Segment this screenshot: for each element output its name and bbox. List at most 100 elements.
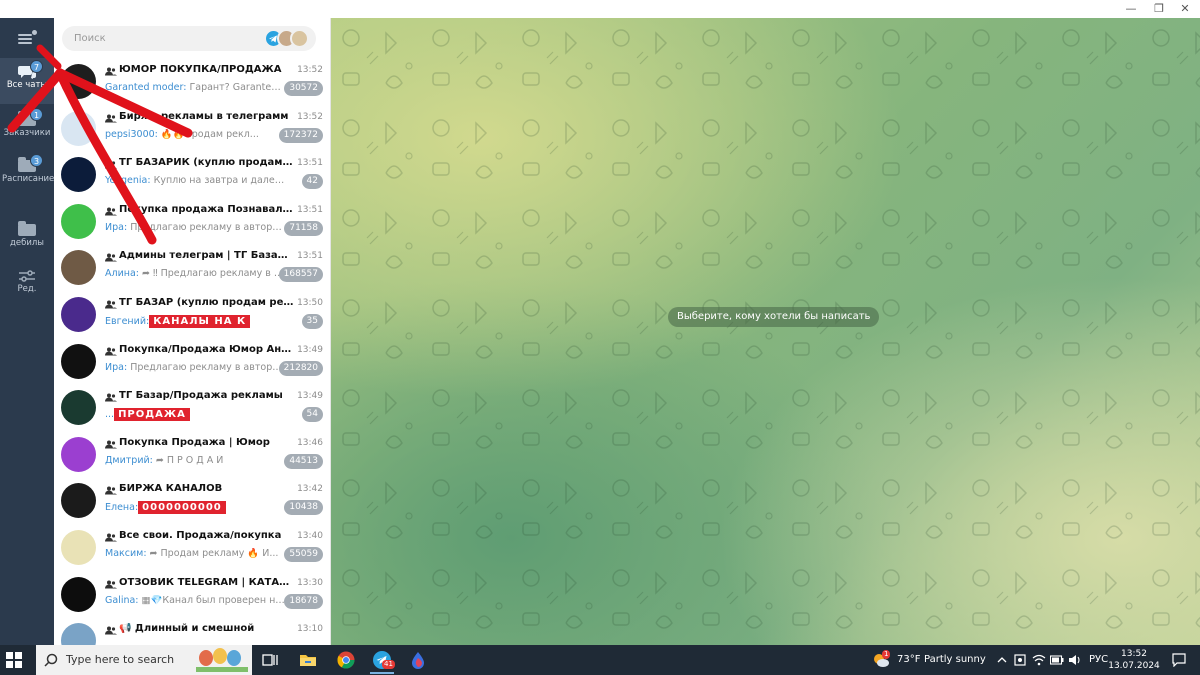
- folder-customers[interactable]: 1 Заказчики: [0, 106, 54, 152]
- folder-label: Расписание: [2, 174, 54, 184]
- chat-list-item[interactable]: ТГ Базар/Продажа рекламы 13:49... ПРОДАЖА 5…: [54, 385, 330, 431]
- chat-list-item[interactable]: Все свои. Продажа/покупка 13:40 Максим: ➦ …: [54, 525, 330, 571]
- folder-label: Все чаты: [6, 80, 48, 90]
- chat-last-message: Ира: Предлагаю рекламу в авторско...: [105, 362, 285, 373]
- account-avatar[interactable]: [290, 29, 309, 48]
- message-text: Предлагаю рекламу в авторско...: [127, 221, 285, 233]
- message-sender: Алина:: [105, 268, 139, 280]
- chat-name: ЮМОР ПОКУПКА/ПРОДАЖА: [119, 64, 282, 75]
- chat-list-item[interactable]: ЮМОР ПОКУПКА/ПРОДАЖА 13:52 Garanted moder:…: [54, 59, 330, 105]
- chat-list-item[interactable]: ТГ БАЗАР (куплю продам рекламу, ...13:50…: [54, 292, 330, 338]
- chat-last-message: Ира: Предлагаю рекламу в авторско...: [105, 222, 285, 233]
- folder-schedule[interactable]: 3 Расписание: [0, 152, 54, 198]
- folder-label: дебилы: [9, 238, 45, 248]
- search-input[interactable]: [74, 26, 264, 51]
- app-drop-icon[interactable]: [408, 650, 428, 670]
- balloons-icon: [196, 648, 248, 672]
- main-menu-button[interactable]: [14, 28, 40, 50]
- chat-avatar: [61, 623, 96, 645]
- telegram-taskbar-icon[interactable]: 41: [372, 650, 395, 670]
- menu-notification-dot: [32, 30, 37, 35]
- notifications-icon[interactable]: [1172, 645, 1186, 675]
- taskbar-search[interactable]: Type here to search: [36, 645, 252, 675]
- message-sender: ...: [105, 409, 115, 421]
- group-icon: [105, 300, 117, 309]
- chat-name: ТГ БАЗАР (куплю продам рекламу, ...: [119, 297, 294, 308]
- chat-last-message: ... ПРОДАЖА: [105, 408, 285, 422]
- chat-avatar: [61, 436, 96, 472]
- message-text: 🔥🔥Продам рекл...: [157, 128, 259, 140]
- weather-description: Partly sunny: [924, 654, 986, 665]
- file-explorer-icon[interactable]: [298, 650, 318, 670]
- weather-temperature: 73°F: [897, 654, 921, 665]
- unread-count-badge: 44513: [284, 453, 323, 469]
- system-clock[interactable]: 13:52 13.07.2024: [1106, 648, 1162, 672]
- chat-list-item[interactable]: Биржа рекламы в телеграмм 13:52 pepsi3000:…: [54, 106, 330, 152]
- chat-last-message: Дмитрий: ➦ П Р О Д А Й: [105, 455, 285, 466]
- chat-name: Покупка продажа Познавалка: [119, 203, 294, 215]
- battery-icon[interactable]: [1049, 645, 1064, 675]
- chat-avatar: [61, 390, 96, 426]
- chat-name: ТГ БАЗАРИК (куплю продам рекла...: [119, 157, 294, 169]
- unread-count-badge: 172372: [278, 127, 323, 143]
- chat-list-item[interactable]: ОТЗОВИК TELEGRAM | КАТАЛОГ | К...13:30 Ga…: [54, 572, 330, 618]
- chat-avatar: [61, 250, 96, 286]
- chat-time: 13:10: [297, 624, 323, 635]
- chrome-icon[interactable]: [336, 650, 356, 670]
- wallpaper-pattern: [331, 18, 1200, 645]
- chat-time: 13:51: [297, 204, 323, 215]
- chat-last-message: pepsi3000: 🔥🔥Продам рекл...: [105, 129, 285, 140]
- group-icon: [105, 440, 117, 449]
- chat-time: 13:46: [297, 437, 323, 448]
- folder-label: Заказчики: [3, 128, 51, 138]
- chat-time: 13:49: [297, 391, 323, 402]
- chat-list-item[interactable]: Покупка Продажа | Юмор 13:46 Дмитрий: ➦ П …: [54, 432, 330, 478]
- taskbar-search-placeholder: Type here to search: [66, 653, 175, 666]
- network-icon[interactable]: [1032, 645, 1046, 675]
- chat-time: 13:52: [297, 65, 323, 75]
- select-chat-hint: Выберите, кому хотели бы написать: [668, 307, 880, 327]
- chat-list-item[interactable]: Покупка продажа Познавалка 13:51 Ира: Пред…: [54, 199, 330, 245]
- message-banner-image: ПРОДАЖА: [114, 408, 190, 422]
- account-avatars[interactable]: [264, 29, 310, 48]
- chat-list-item[interactable]: БИРЖА КАНАЛОВ 13:42 Елена: 0000000000 10438: [54, 478, 330, 524]
- chat-list-item[interactable]: ТГ БАЗАРИК (куплю продам рекла...13:51 Ye…: [54, 152, 330, 198]
- chat-list-item[interactable]: Покупка/Продажа Юмор Анекдоты13:49 Ира: П…: [54, 339, 330, 385]
- chat-list-item[interactable]: 📢 Длинный и смешной 13:10: [54, 618, 330, 645]
- show-hidden-icons-chevron[interactable]: [997, 645, 1007, 675]
- volume-icon[interactable]: [1068, 645, 1082, 675]
- group-icon: [105, 626, 117, 635]
- message-text: Предлагаю рекламу в авторско...: [127, 361, 285, 373]
- task-view-icon[interactable]: [260, 650, 280, 670]
- close-button[interactable]: ✕: [1168, 0, 1200, 18]
- meet-now-icon[interactable]: [1014, 645, 1026, 675]
- clock-time: 13:52: [1121, 649, 1147, 659]
- folder-edit[interactable]: Ред.: [0, 262, 54, 308]
- group-icon: [105, 580, 117, 589]
- message-text: ➦ П Р О Д А Й: [152, 454, 224, 466]
- chat-time: 13:49: [297, 344, 323, 355]
- message-sender: Ира:: [105, 361, 128, 373]
- chat-list-panel: ЮМОР ПОКУПКА/ПРОДАЖА 13:52 Garanted moder:…: [54, 18, 331, 645]
- chat-avatar: [61, 203, 96, 239]
- menu-icon-line: [18, 42, 32, 44]
- telegram-unread-badge: 41: [382, 660, 395, 669]
- windows-start-icon[interactable]: [6, 652, 22, 668]
- group-icon: [105, 114, 117, 123]
- search-box[interactable]: [62, 26, 316, 51]
- chat-name: ОТЗОВИК TELEGRAM | КАТАЛОГ | К...: [119, 576, 294, 588]
- folder-unread-badge: 3: [30, 154, 44, 167]
- unread-count-badge: 55059: [284, 547, 323, 562]
- chat-name: Покупка Продажа | Юмор: [119, 436, 270, 448]
- chat-avatar: [61, 483, 96, 519]
- folder-all-chats[interactable]: 7 Все чаты: [0, 58, 54, 104]
- group-icon: [105, 160, 117, 169]
- chat-last-message: Максим: ➦ Продам рекламу 🔥 И...: [105, 548, 285, 559]
- unread-count-badge: 30572: [284, 81, 323, 96]
- chat-avatar: [61, 110, 96, 146]
- folder-icon: [18, 221, 36, 236]
- chat-last-message: Евгений: КАНАЛЫ НА К: [105, 315, 285, 328]
- folder-debily[interactable]: дебилы: [0, 216, 54, 262]
- chat-list-item[interactable]: Админы телеграм | ТГ Базар | Рек...13:51…: [54, 245, 330, 291]
- group-icon: [105, 253, 117, 262]
